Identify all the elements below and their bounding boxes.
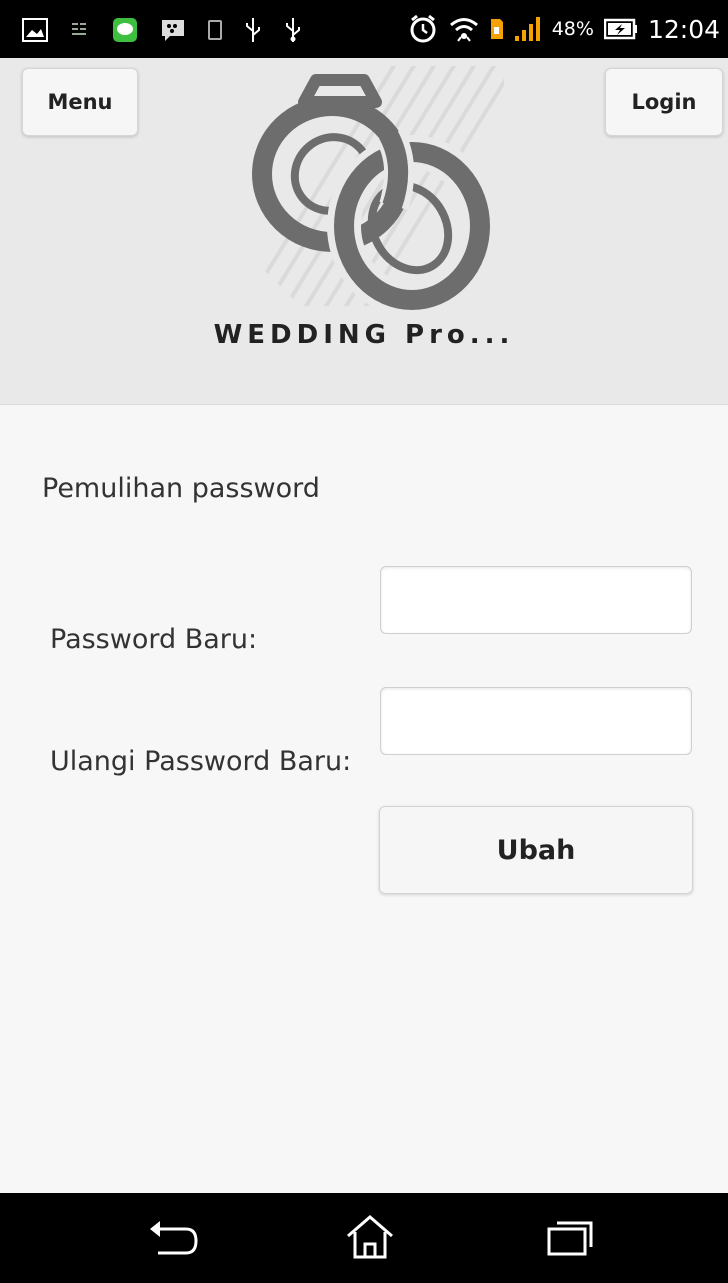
line-icon <box>112 17 138 43</box>
login-button[interactable]: Login <box>605 68 723 136</box>
battery-charging-icon <box>603 18 638 40</box>
battery-percent: 48% <box>551 18 594 40</box>
usb-icon <box>244 17 262 43</box>
repeat-password-input[interactable] <box>380 687 692 755</box>
app-title: WEDDING Pro... <box>213 320 515 350</box>
notification-icons <box>22 14 302 46</box>
sim-icon <box>490 18 504 40</box>
signal-icon <box>514 16 542 42</box>
gallery-icon <box>22 18 48 42</box>
new-password-label: Password Baru: <box>50 624 258 655</box>
recent-apps-icon <box>545 1217 595 1261</box>
wedding-rings-logo <box>240 66 504 322</box>
status-bar: 48% 12:04 <box>0 0 728 58</box>
home-icon <box>344 1214 396 1264</box>
page-heading: Pemulihan password <box>42 473 320 504</box>
recent-apps-button[interactable] <box>540 1215 600 1263</box>
new-password-input[interactable] <box>380 566 692 634</box>
back-button[interactable] <box>144 1215 204 1263</box>
alarm-icon <box>408 14 438 44</box>
sim-toolkit-icon <box>70 20 90 40</box>
clock: 12:04 <box>647 14 720 44</box>
phone-outline-icon <box>208 20 222 40</box>
menu-button[interactable]: Menu <box>22 68 138 136</box>
home-button[interactable] <box>340 1215 400 1263</box>
usb-debug-icon <box>284 17 302 43</box>
repeat-password-label: Ulangi Password Baru: <box>50 746 352 777</box>
bbm-icon <box>160 17 186 43</box>
system-status: 48% 12:04 <box>408 10 720 48</box>
app-header: Menu Login WEDDING Pro... <box>0 58 728 405</box>
back-icon <box>146 1217 202 1261</box>
navigation-bar <box>0 1193 728 1283</box>
wifi-icon <box>448 15 480 43</box>
submit-button[interactable]: Ubah <box>379 806 693 894</box>
